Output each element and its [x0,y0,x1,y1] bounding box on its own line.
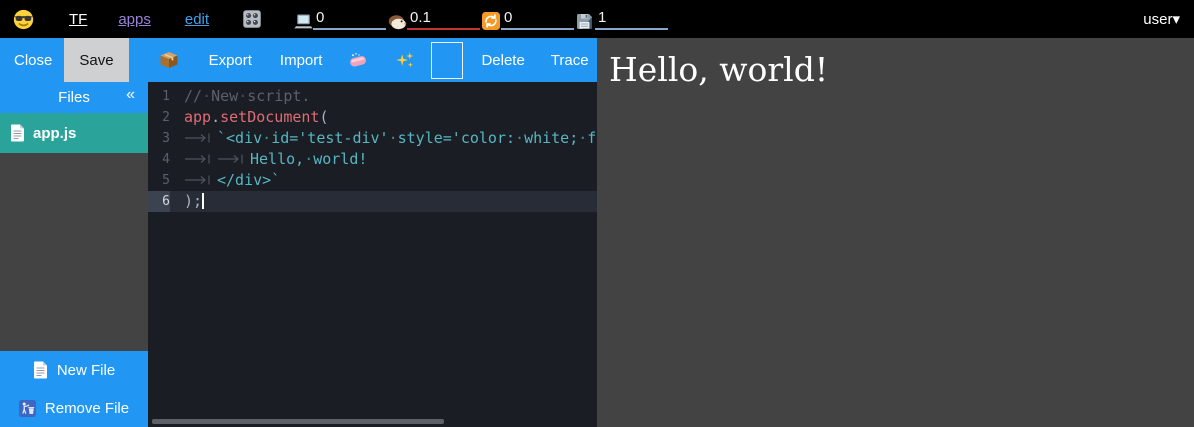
hedgehog-icon [388,12,407,30]
text-cursor [202,193,204,209]
workspace: Files « app.js New File Remove File 1//·N… [0,82,597,427]
meter-hedgehog-value: 0.1 [407,9,480,30]
code-editor[interactable]: 1//·New·script.2app.setDocument(3`<div·i… [148,82,597,427]
line-code: //·New·script. [170,86,597,107]
control-knobs-icon[interactable] [243,10,261,28]
floppy-disk-icon [576,12,595,30]
topbar-link-edit[interactable]: edit [185,11,209,28]
files-header: Files « [0,82,148,113]
smiling-face-with-sunglasses-icon[interactable] [13,9,34,30]
editor-hscrollbar-thumb[interactable] [152,419,444,424]
editor-line-5[interactable]: 5</div>` [148,170,597,191]
editor-column: Close Save Export Import Delete Trace Fi… [0,38,597,427]
meter-computer-value: 0 [313,9,386,30]
put-litter-in-its-place-icon [19,400,36,417]
line-number: 5 [148,170,170,191]
close-button[interactable]: Close [14,52,52,69]
app-root: TFappsedit 00.101 user▾ Close Save Expor… [0,0,1194,427]
save-button[interactable]: Save [64,38,128,82]
meter-refresh-arrows-value: 0 [501,9,574,30]
export-button[interactable]: Export [209,52,252,69]
topbar-link-TF[interactable]: TF [69,11,87,28]
meter-hedgehog: 0.1 [388,9,480,30]
editor-line-4[interactable]: 4Hello,·world! [148,149,597,170]
main-row: Close Save Export Import Delete Trace Fi… [0,38,1194,427]
files-title: Files [58,89,90,106]
editor-line-1[interactable]: 1//·New·script. [148,86,597,107]
line-code: `<div·id='test-div'·style='color:·white;… [170,128,597,149]
editor-line-6[interactable]: 6); [148,191,597,212]
editor-line-2[interactable]: 2app.setDocument( [148,107,597,128]
tab-whitespace-icon [184,149,214,170]
empty-box-button[interactable] [431,42,463,79]
collapse-sidebar-button[interactable]: « [126,86,135,104]
line-number: 4 [148,149,170,170]
action-label: Remove File [45,400,129,417]
file-name: app.js [33,125,76,142]
chevron-down-icon: ▾ [1172,11,1180,28]
import-button[interactable]: Import [280,52,323,69]
line-number: 2 [148,107,170,128]
top-menu-bar: TFappsedit 00.101 user▾ [0,0,1194,38]
user-menu-button[interactable]: user▾ [1143,10,1180,28]
line-number: 3 [148,128,170,149]
files-sidebar: Files « app.js New File Remove File [0,82,148,427]
page-icon [10,124,25,142]
soap-icon[interactable] [348,52,368,68]
sparkles-icon[interactable] [396,51,415,70]
file-item-app.js[interactable]: app.js [0,113,148,153]
meter-refresh-arrows: 0 [482,9,574,30]
meter-computer: 0 [294,9,386,30]
editor-toolbar: Close Save Export Import Delete Trace [0,38,597,82]
meter-floppy-disk: 1 [576,9,668,30]
line-code: ); [170,191,597,212]
sidebar-filler [0,153,148,351]
line-code: Hello,·world! [170,149,597,170]
action-label: New File [57,362,115,379]
computer-icon [294,12,313,30]
new-file-button[interactable]: New File [0,351,148,389]
remove-file-button[interactable]: Remove File [0,389,148,427]
meter-floppy-disk-value: 1 [595,9,668,30]
line-number: 1 [148,86,170,107]
page-icon [33,361,48,379]
user-menu-label: user [1143,11,1172,28]
delete-button[interactable]: Delete [481,52,524,69]
preview-hello-text: Hello, world! [597,38,1194,89]
line-code: app.setDocument( [170,107,597,128]
preview-pane: Hello, world! [597,38,1194,427]
trace-button[interactable]: Trace [551,52,589,69]
editor-line-3[interactable]: 3`<div·id='test-div'·style='color:·white… [148,128,597,149]
line-code: </div>` [170,170,597,191]
tab-whitespace-icon [184,128,214,149]
tab-whitespace-icon [217,149,247,170]
refresh-arrows-icon [482,12,501,30]
package-icon[interactable] [159,51,179,69]
topbar-link-apps[interactable]: apps [118,11,151,28]
tab-whitespace-icon [184,170,214,191]
line-number: 6 [148,191,170,212]
